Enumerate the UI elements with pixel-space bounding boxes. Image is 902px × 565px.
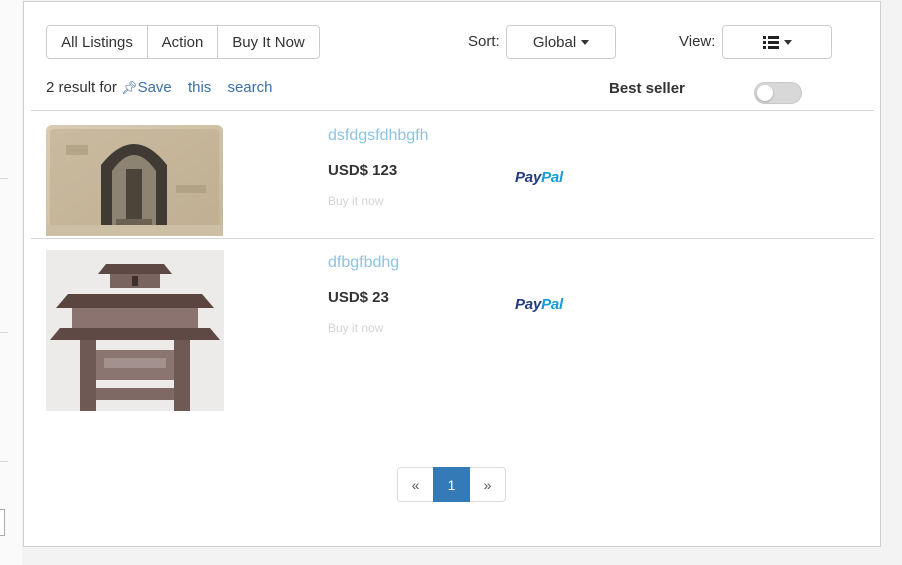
listing-image[interactable] xyxy=(46,250,224,411)
listing-title-link[interactable]: dfbgfbdhg xyxy=(328,254,399,272)
rail-divider xyxy=(0,178,8,179)
left-rail xyxy=(0,0,22,565)
listing-buy-type: Buy it now xyxy=(328,321,384,335)
paypal-icon: PayPal xyxy=(515,296,564,313)
sort-label: Sort: xyxy=(468,33,500,50)
listing-image[interactable] xyxy=(46,125,223,236)
chevron-down-icon xyxy=(783,39,792,45)
best-seller-label: Best seller xyxy=(609,80,685,97)
chevron-down-icon xyxy=(581,39,590,45)
rail-divider xyxy=(0,332,8,333)
sort-dropdown[interactable]: Global xyxy=(506,25,616,59)
chinese-gate-photo xyxy=(46,250,224,411)
listing-filter-group: All Listings Action Buy It Now xyxy=(46,25,320,59)
toggle-knob xyxy=(757,85,773,101)
result-count: 2 result for xyxy=(46,79,117,96)
save-word: this xyxy=(187,79,212,96)
result-summary: 2 result for 📌︎Save this search xyxy=(46,79,272,96)
best-seller-toggle[interactable] xyxy=(754,82,802,104)
divider xyxy=(31,110,874,111)
next-page-button[interactable]: » xyxy=(469,467,506,502)
rail-divider xyxy=(0,461,8,462)
list-view-icon xyxy=(762,35,779,49)
pushpin-icon: 📌︎ xyxy=(121,80,138,95)
save-search-link[interactable]: 📌︎Save this search xyxy=(121,79,272,96)
listing-title-link[interactable]: dsfdgsfdhbgfh xyxy=(328,127,429,145)
view-dropdown[interactable] xyxy=(722,25,832,59)
view-label: View: xyxy=(679,33,716,50)
page-1-button[interactable]: 1 xyxy=(433,467,470,502)
listing-price: USD$ 123 xyxy=(328,162,398,179)
divider xyxy=(31,238,874,239)
listing-price: USD$ 23 xyxy=(328,289,389,306)
sort-value: Global xyxy=(532,33,577,51)
buy-it-now-button[interactable]: Buy It Now xyxy=(217,25,320,59)
save-word: Save xyxy=(137,79,172,96)
listings-panel: All Listings Action Buy It Now Sort: Glo… xyxy=(23,1,881,547)
listing-buy-type: Buy it now xyxy=(328,194,384,208)
previous-page-button[interactable]: « xyxy=(397,467,434,502)
paypal-icon: PayPal xyxy=(515,169,564,186)
rail-input-edge[interactable] xyxy=(0,509,5,536)
all-listings-button[interactable]: All Listings xyxy=(46,25,148,59)
action-button[interactable]: Action xyxy=(147,25,218,59)
old-stone-arch-photo xyxy=(46,125,223,236)
pagination: « 1 » xyxy=(397,467,506,502)
save-word: search xyxy=(227,79,273,96)
